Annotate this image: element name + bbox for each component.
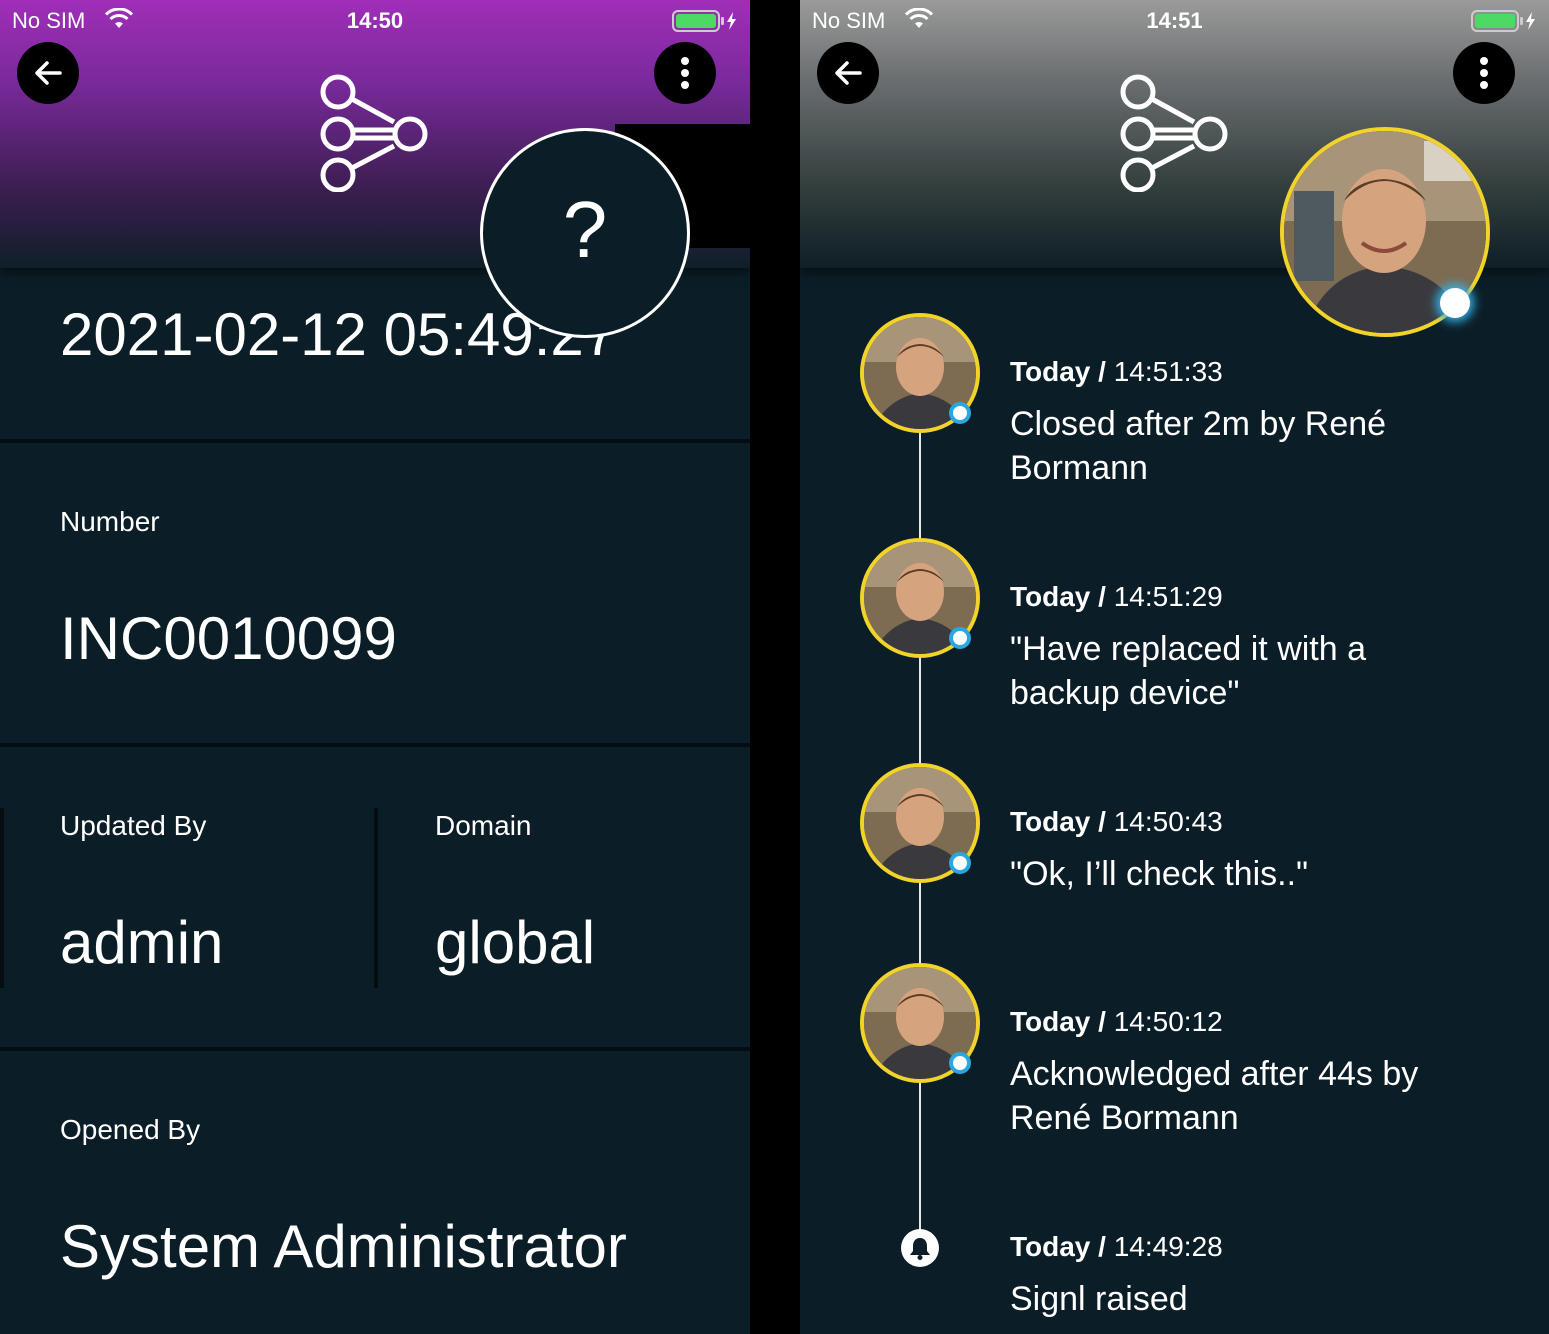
domain-value: global <box>435 909 596 976</box>
incident-detail-screen: No SIM 14:50 ? 2021-02-12 05:49:27 Numbe… <box>0 0 750 1334</box>
column-divider <box>374 808 378 988</box>
entry-timestamp: Today / 14:51:33 <box>1010 356 1223 387</box>
column-marker <box>0 808 4 988</box>
presence-dot <box>949 402 971 424</box>
opened-by-value: System Administrator <box>60 1213 627 1280</box>
entry-timestamp: Today / 14:49:28 <box>1010 1231 1223 1262</box>
presence-dot <box>949 1052 971 1074</box>
entry-text: Closed after 2m by René Bormann <box>1010 405 1387 487</box>
entry-text: Acknowledged after 44s by René Bormann <box>1010 1055 1419 1137</box>
help-symbol: ? <box>562 185 608 274</box>
back-arrow-icon <box>835 61 862 85</box>
divider <box>0 439 750 443</box>
clock: 14:50 <box>346 8 404 33</box>
signl-logo-icon <box>320 74 428 192</box>
online-status-indicator <box>1440 288 1470 318</box>
more-options-button[interactable] <box>654 42 716 104</box>
battery-icon <box>1471 10 1537 32</box>
domain-label: Domain <box>435 810 532 841</box>
divider <box>0 1047 750 1051</box>
status-bar: No SIM 14:51 <box>800 0 1549 44</box>
bell-icon <box>901 1229 939 1267</box>
charging-icon <box>1526 12 1535 30</box>
more-vertical-icon <box>1480 57 1488 89</box>
timeline-screen: No SIM 14:51 Today / 14:51:33 Closed aft… <box>800 0 1549 1334</box>
entry-text: "Ok, I’ll check this.." <box>1010 855 1309 893</box>
back-button[interactable] <box>817 42 879 104</box>
number-value: INC0010099 <box>60 605 397 672</box>
entry-text: Signl raised <box>1010 1280 1188 1318</box>
charging-icon <box>727 12 736 30</box>
clock: 14:51 <box>1146 8 1203 33</box>
more-options-button[interactable] <box>1453 42 1515 104</box>
opened-by-label: Opened By <box>60 1114 201 1145</box>
back-arrow-icon <box>35 61 62 85</box>
more-vertical-icon <box>681 57 689 89</box>
presence-dot <box>949 852 971 874</box>
entry-timestamp: Today / 14:50:12 <box>1010 1006 1223 1037</box>
entry-text: "Have replaced it with a backup device" <box>1010 630 1367 712</box>
signl-logo-icon <box>1120 74 1228 192</box>
presence-dot <box>949 627 971 649</box>
back-button[interactable] <box>17 42 79 104</box>
battery-icon <box>672 10 738 32</box>
updated-by-label: Updated By <box>60 810 207 841</box>
help-button[interactable]: ? <box>480 128 690 338</box>
entry-timestamp: Today / 14:50:43 <box>1010 806 1223 837</box>
updated-by-value: admin <box>60 909 224 976</box>
number-label: Number <box>60 506 160 537</box>
status-bar: No SIM 14:50 <box>0 0 750 44</box>
divider <box>0 743 750 747</box>
entry-timestamp: Today / 14:51:29 <box>1010 581 1223 612</box>
